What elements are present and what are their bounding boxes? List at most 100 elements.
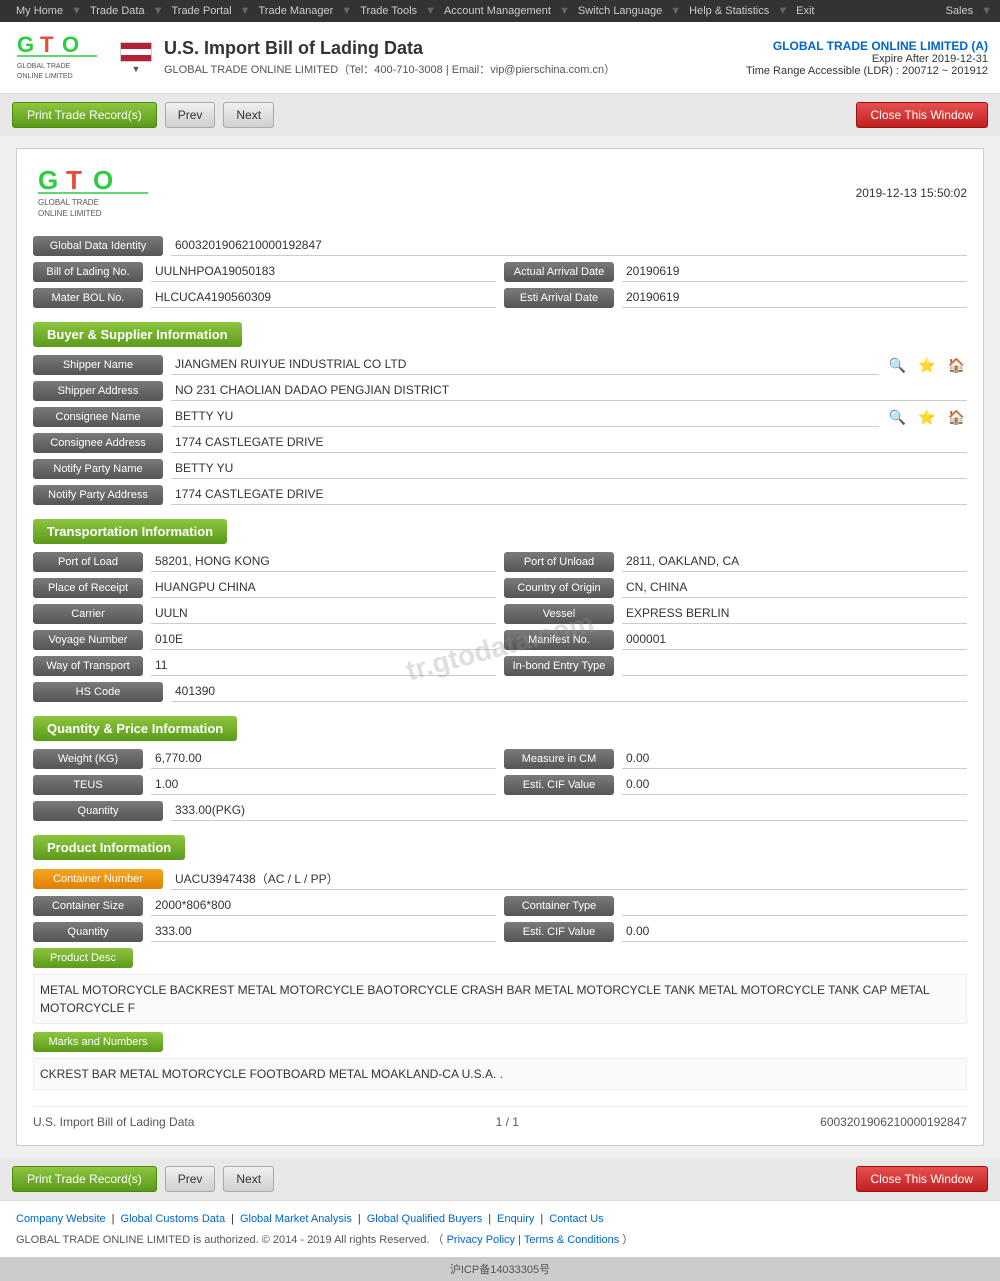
vessel-label: Vessel xyxy=(504,604,614,624)
in-bond-entry-col: In-bond Entry Type xyxy=(504,656,967,676)
footer-enquiry[interactable]: Enquiry xyxy=(497,1213,534,1225)
nav-sales[interactable]: Sales xyxy=(938,5,982,17)
notify-party-address-label: Notify Party Address xyxy=(33,485,163,505)
nav-my-home[interactable]: My Home xyxy=(8,5,71,17)
marks-and-numbers-value: CKREST BAR METAL MOTORCYCLE FOOTBOARD ME… xyxy=(33,1058,967,1090)
nav-trade-portal[interactable]: Trade Portal xyxy=(163,5,239,17)
footer-company-website[interactable]: Company Website xyxy=(16,1213,106,1225)
record-page-info: 1 / 1 xyxy=(496,1115,519,1129)
logo-area: G T O GLOBAL TRADE ONLINE LIMITED ▼ xyxy=(12,32,152,84)
close-button-top[interactable]: Close This Window xyxy=(856,102,988,128)
shipper-name-label: Shipper Name xyxy=(33,355,163,375)
consignee-address-value: 1774 CASTLEGATE DRIVE xyxy=(171,433,967,453)
svg-text:T: T xyxy=(40,32,54,57)
bol-row: Bill of Lading No. UULNHPOA19050183 Actu… xyxy=(33,262,967,282)
consignee-address-label: Consignee Address xyxy=(33,433,163,453)
port-of-unload-value: 2811, OAKLAND, CA xyxy=(622,552,967,572)
measure-in-cm-label: Measure in CM xyxy=(504,749,614,769)
voyage-number-col: Voyage Number 010E xyxy=(33,630,496,650)
nav-help-statistics[interactable]: Help & Statistics xyxy=(681,5,777,17)
teus-col: TEUS 1.00 xyxy=(33,775,496,795)
shipper-search-icon[interactable]: 🔍 xyxy=(887,357,908,374)
nav-trade-manager[interactable]: Trade Manager xyxy=(250,5,341,17)
country-of-origin-label: Country of Origin xyxy=(504,578,614,598)
print-button-top[interactable]: Print Trade Record(s) xyxy=(12,102,157,128)
footer-global-qualified-buyers[interactable]: Global Qualified Buyers xyxy=(367,1213,483,1225)
consignee-name-value: BETTY YU xyxy=(171,407,879,427)
company-logo: G T O GLOBAL TRADE ONLINE LIMITED xyxy=(12,32,102,84)
measure-col: Measure in CM 0.00 xyxy=(504,749,967,769)
product-desc-value: METAL MOTORCYCLE BACKREST METAL MOTORCYC… xyxy=(33,974,967,1024)
voyage-number-value: 010E xyxy=(151,630,496,650)
page-subtitle: GLOBAL TRADE ONLINE LIMITED（Tel：400-710-… xyxy=(164,61,746,77)
consignee-search-icon[interactable]: 🔍 xyxy=(887,409,908,426)
nav-exit[interactable]: Exit xyxy=(788,5,822,17)
prev-button-top[interactable]: Prev xyxy=(165,102,216,128)
svg-text:G: G xyxy=(17,32,34,57)
footer-privacy-policy[interactable]: Privacy Policy xyxy=(447,1234,515,1246)
container-number-label: Container Number xyxy=(33,869,163,889)
footer-global-customs-data[interactable]: Global Customs Data xyxy=(121,1213,226,1225)
weight-col: Weight (KG) 6,770.00 xyxy=(33,749,496,769)
notify-party-address-row: Notify Party Address 1774 CASTLEGATE DRI… xyxy=(33,485,967,505)
record-card: tr.gtodata.com G T O GLOBAL TRADE ONLINE… xyxy=(16,148,984,1146)
esti-cif-col: Esti. CIF Value 0.00 xyxy=(504,775,967,795)
product-quantity-cif-row: Quantity 333.00 Esti. CIF Value 0.00 xyxy=(33,922,967,942)
svg-text:ONLINE LIMITED: ONLINE LIMITED xyxy=(17,73,73,80)
prev-button-bottom[interactable]: Prev xyxy=(165,1166,216,1192)
teus-cif-row: TEUS 1.00 Esti. CIF Value 0.00 xyxy=(33,775,967,795)
nav-trade-tools[interactable]: Trade Tools xyxy=(352,5,425,17)
product-esti-cif-value: 0.00 xyxy=(622,922,967,942)
next-button-top[interactable]: Next xyxy=(223,102,274,128)
top-toolbar: Print Trade Record(s) Prev Next Close Th… xyxy=(0,94,1000,136)
manifest-no-value: 000001 xyxy=(622,630,967,650)
master-bol-no-value: HLCUCA4190560309 xyxy=(151,288,496,308)
place-country-row: Place of Receipt HUANGPU CHINA Country o… xyxy=(33,578,967,598)
global-data-identity-value: 6003201906210000192847 xyxy=(171,236,967,256)
shipper-star-icon[interactable]: ⭐ xyxy=(916,357,937,374)
nav-account-management[interactable]: Account Management xyxy=(436,5,559,17)
footer-icp: 沪ICP备14033305号 xyxy=(0,1257,1000,1281)
consignee-name-row: Consignee Name BETTY YU 🔍 ⭐ 🏠 xyxy=(33,407,967,427)
nav-trade-data[interactable]: Trade Data xyxy=(82,5,153,17)
product-quantity-value: 333.00 xyxy=(151,922,496,942)
voyage-number-label: Voyage Number xyxy=(33,630,143,650)
quantity-price-title: Quantity & Price Information xyxy=(33,716,237,741)
measure-in-cm-value: 0.00 xyxy=(622,749,967,769)
product-desc-label: Product Desc xyxy=(33,948,133,968)
in-bond-entry-label: In-bond Entry Type xyxy=(504,656,614,676)
carrier-vessel-row: Carrier UULN Vessel EXPRESS BERLIN xyxy=(33,604,967,624)
shipper-address-value: NO 231 CHAOLIAN DADAO PENGJIAN DISTRICT xyxy=(171,381,967,401)
print-button-bottom[interactable]: Print Trade Record(s) xyxy=(12,1166,157,1192)
close-button-bottom[interactable]: Close This Window xyxy=(856,1166,988,1192)
port-of-load-label: Port of Load xyxy=(33,552,143,572)
vessel-col: Vessel EXPRESS BERLIN xyxy=(504,604,967,624)
footer-contact-us[interactable]: Contact Us xyxy=(549,1213,603,1225)
footer-terms[interactable]: Terms & Conditions xyxy=(524,1234,619,1246)
svg-text:ONLINE LIMITED: ONLINE LIMITED xyxy=(38,209,102,218)
quantity-row: Quantity 333.00(PKG) xyxy=(33,801,967,821)
svg-text:O: O xyxy=(62,32,79,57)
consignee-home-icon[interactable]: 🏠 xyxy=(946,409,967,426)
nav-switch-language[interactable]: Switch Language xyxy=(570,5,670,17)
way-inbond-row: Way of Transport 11 In-bond Entry Type xyxy=(33,656,967,676)
global-data-identity-row: Global Data Identity 6003201906210000192… xyxy=(33,236,967,256)
record-timestamp: 2019-12-13 15:50:02 xyxy=(856,186,967,200)
product-quantity-col: Quantity 333.00 xyxy=(33,922,496,942)
vessel-value: EXPRESS BERLIN xyxy=(622,604,967,624)
consignee-star-icon[interactable]: ⭐ xyxy=(916,409,937,426)
actual-arrival-date-value: 20190619 xyxy=(622,262,967,282)
country-of-origin-col: Country of Origin CN, CHINA xyxy=(504,578,967,598)
way-of-transport-value: 11 xyxy=(151,656,496,676)
footer-global-market-analysis[interactable]: Global Market Analysis xyxy=(240,1213,352,1225)
bol-no-label: Bill of Lading No. xyxy=(33,262,143,282)
shipper-home-icon[interactable]: 🏠 xyxy=(946,357,967,374)
port-of-unload-label: Port of Unload xyxy=(504,552,614,572)
actual-arrival-col: Actual Arrival Date 20190619 xyxy=(504,262,967,282)
container-number-value: UACU3947438（AC / L / PP） xyxy=(171,868,967,890)
transportation-title: Transportation Information xyxy=(33,519,227,544)
hs-code-label: HS Code xyxy=(33,682,163,702)
buyer-supplier-section-header: Buyer & Supplier Information xyxy=(33,322,967,347)
next-button-bottom[interactable]: Next xyxy=(223,1166,274,1192)
shipper-address-label: Shipper Address xyxy=(33,381,163,401)
